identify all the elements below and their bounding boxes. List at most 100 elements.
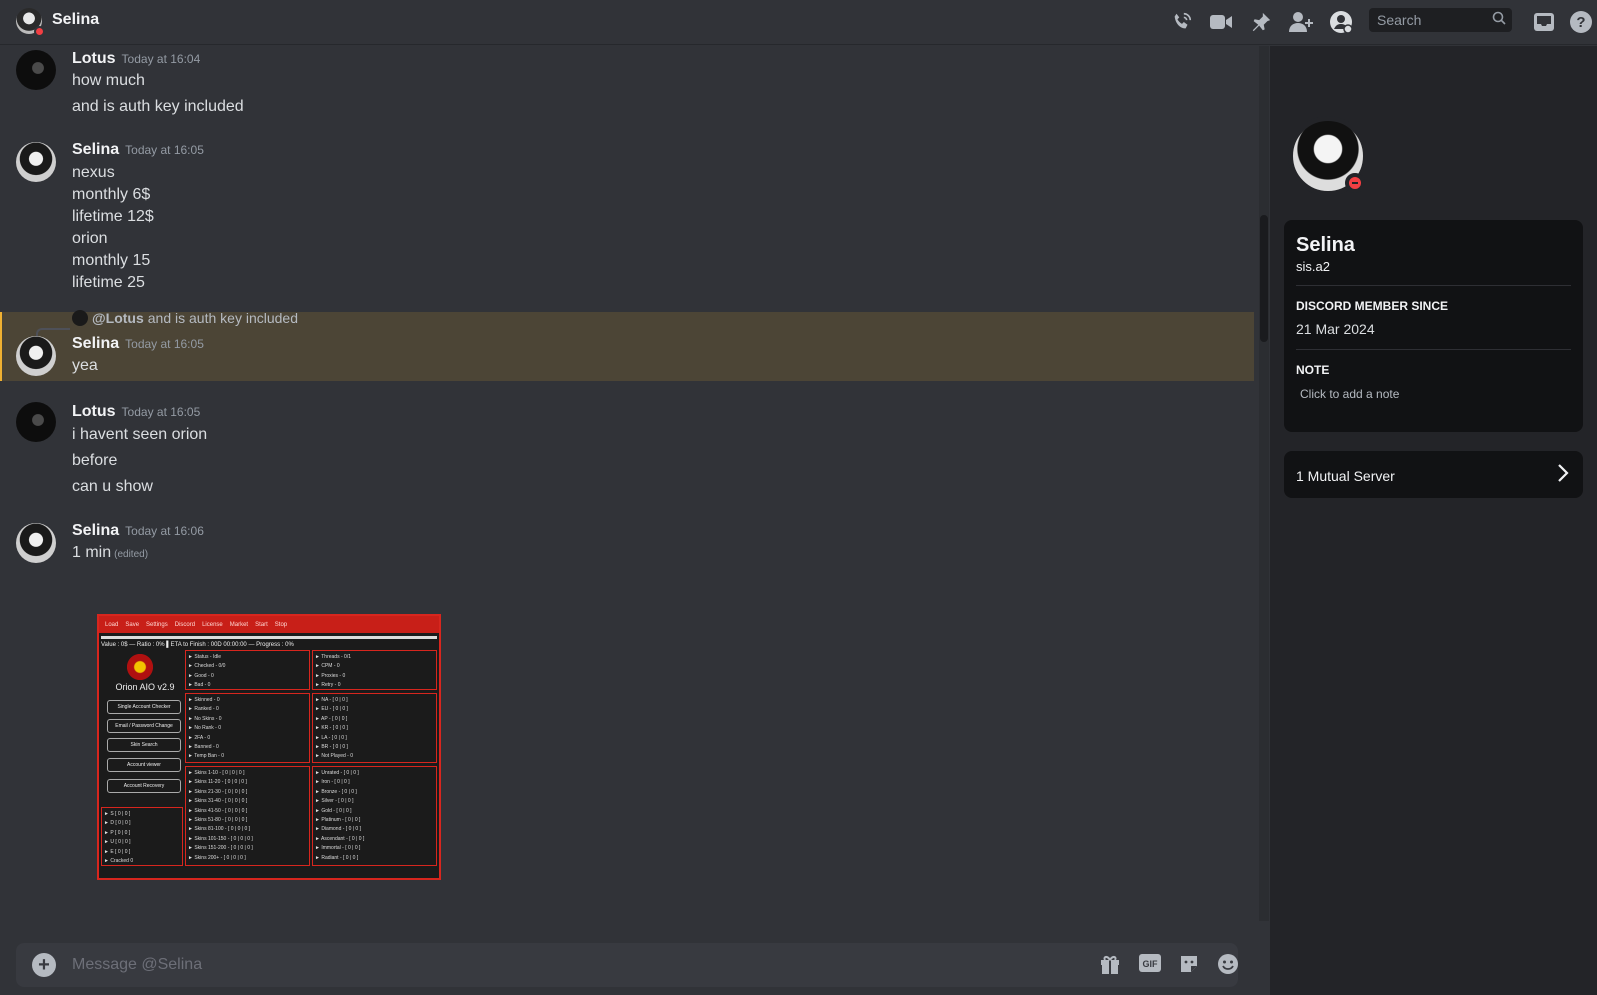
panel-row: ► U [ 0 | 0 ] — [104, 839, 131, 846]
toolbar-market: Market — [229, 621, 249, 628]
message-text: can u show — [72, 478, 153, 495]
svg-text:?: ? — [1576, 14, 1585, 31]
toolbar-load: Load — [105, 621, 119, 628]
profile-avatar[interactable] — [1288, 116, 1368, 196]
video-icon[interactable] — [1209, 10, 1233, 34]
panel-row: ► Skins 200+ - [ 0 | 0 | 0 ] — [188, 854, 246, 861]
panel-row: ► No Skins - 0 — [188, 715, 222, 722]
inbox-icon[interactable] — [1532, 10, 1556, 34]
message-input[interactable]: Message @Selina — [72, 956, 202, 974]
panel-row: ► Skins 81-100 - [ 0 | 0 | 0 ] — [188, 826, 251, 833]
reply-preview[interactable]: @Lotus and is auth key included — [72, 310, 298, 326]
app-brand: Orion AIO v2.9 — [115, 682, 175, 692]
message-text: monthly 6$ — [72, 186, 151, 203]
scrollbar-thumb[interactable] — [1260, 215, 1268, 342]
profile-display-name: Selina — [1296, 234, 1355, 256]
panel-row: ► Diamond - [ 0 | 0 ] — [315, 826, 361, 833]
message-author[interactable]: Lotus Today at 16:05 — [72, 403, 200, 421]
panel-row: ► AP - [ 0 | 0 ] — [315, 715, 348, 722]
search-icon — [1492, 11, 1506, 28]
author-name[interactable]: Selina — [72, 335, 119, 352]
app-panel-sdpue: ► S [ 0 | 0 ] ► D [ 0 | 0 ] ► P [ 0 | 0 … — [101, 807, 183, 866]
message-text: i havent seen orion — [72, 426, 208, 443]
profile-card: Selina sis.a2 DISCORD MEMBER SINCE 21 Ma… — [1284, 220, 1583, 432]
dnd-status-icon — [1345, 173, 1365, 193]
app-panel-skins: ► Skins 1-10 - [ 0 | 0 | 0 ] ► Skins 11-… — [185, 766, 310, 866]
add-friend-icon[interactable] — [1289, 10, 1313, 34]
panel-row: ► Ascendant - [ 0 | 0 ] — [315, 835, 365, 842]
profile-icon[interactable] — [1329, 10, 1353, 34]
message-text: how much — [72, 72, 145, 89]
reply-text[interactable]: and is auth key included — [148, 310, 298, 326]
mutual-servers-label: 1 Mutual Server — [1296, 468, 1395, 484]
message-text-content: 1 min — [72, 544, 112, 561]
pin-icon[interactable] — [1249, 10, 1273, 34]
image-attachment[interactable]: Load Save Settings Discord License Marke… — [97, 614, 441, 880]
app-button: Single Account Checker — [107, 700, 181, 714]
avatar[interactable] — [16, 50, 56, 90]
reply-mention[interactable]: @Lotus — [92, 310, 144, 326]
panel-row: ► Gold - [ 0 | 0 ] — [315, 807, 352, 814]
message-author[interactable]: Selina Today at 16:06 — [72, 522, 204, 540]
channel-title[interactable]: Selina — [52, 11, 99, 29]
panel-row: ► D [ 0 | 0 ] — [104, 820, 131, 827]
search-placeholder: Search — [1377, 12, 1422, 28]
note-input[interactable]: Click to add a note — [1300, 387, 1399, 401]
panel-row: ► LA - [ 0 | 0 ] — [315, 734, 347, 741]
chevron-right-icon — [1557, 463, 1569, 489]
panel-row: ► Ranked - 0 — [188, 706, 219, 713]
panel-row: ► Unrated - [ 0 | 0 ] — [315, 770, 359, 776]
message-text: monthly 15 — [72, 252, 151, 269]
channel-header: Selina Search ? — [0, 0, 1597, 45]
author-name[interactable]: Selina — [72, 141, 119, 158]
app-button: Skin Search — [107, 738, 181, 752]
panel-row: ► Not Played - 0 — [315, 753, 354, 760]
avatar[interactable] — [16, 336, 56, 376]
author-name[interactable]: Lotus — [72, 403, 116, 420]
author-name[interactable]: Lotus — [72, 50, 116, 67]
timestamp: Today at 16:05 — [125, 143, 204, 157]
app-panel-regions: ► NA - [ 0 | 0 ] ► EU - [ 0 | 0 ] ► AP -… — [312, 693, 437, 763]
gif-icon[interactable]: GIF — [1138, 953, 1162, 977]
message-author[interactable]: Lotus Today at 16:04 — [72, 50, 200, 68]
toolbar-start: Start — [255, 621, 268, 628]
message-composer[interactable]: + Message @Selina GIF — [16, 943, 1238, 987]
panel-row: ► Iron - [ 0 | 0 ] — [315, 779, 350, 786]
message-text: and is auth key included — [72, 98, 244, 115]
app-button: Email / Password Change — [107, 719, 181, 733]
panel-row: ► Skins 51-80 - [ 0 | 0 | 0 ] — [188, 817, 248, 824]
message-author[interactable]: Selina Today at 16:05 — [72, 141, 204, 159]
call-icon[interactable] — [1170, 10, 1194, 34]
dm-avatar[interactable] — [16, 8, 45, 37]
panel-row: ► BR - [ 0 | 0 ] — [315, 744, 348, 751]
emoji-icon[interactable] — [1216, 953, 1240, 977]
panel-row: ► KR - [ 0 | 0 ] — [315, 725, 348, 732]
scroll-track[interactable] — [1259, 46, 1269, 921]
panel-row: ► EU - [ 0 | 0 ] — [315, 706, 348, 713]
avatar[interactable] — [16, 142, 56, 182]
sticker-icon[interactable] — [1177, 953, 1201, 977]
dnd-status-icon — [34, 26, 45, 37]
member-since-value: 21 Mar 2024 — [1296, 321, 1375, 337]
attach-plus-icon[interactable]: + — [32, 953, 56, 977]
panel-row: ► Status - Idle — [188, 654, 222, 660]
avatar[interactable] — [16, 523, 56, 563]
app-button: Account Recovery — [107, 779, 181, 793]
author-name[interactable]: Selina — [72, 522, 119, 539]
panel-row: ► Proxies - 0 — [315, 672, 346, 679]
panel-row: ► Skins 151-200 - [ 0 | 0 | 0 ] — [188, 845, 253, 852]
message-author[interactable]: Selina Today at 16:05 — [72, 335, 204, 353]
mutual-servers-button[interactable]: 1 Mutual Server — [1284, 451, 1583, 498]
toolbar-save: Save — [125, 621, 140, 628]
reply-avatar — [72, 310, 88, 326]
help-icon[interactable]: ? — [1569, 10, 1593, 34]
timestamp: Today at 16:05 — [121, 405, 201, 419]
search-input[interactable]: Search — [1369, 8, 1512, 32]
toolbar-license: License — [202, 621, 223, 628]
panel-row: ► 2FA - 0 — [188, 734, 211, 741]
gift-icon[interactable] — [1098, 953, 1122, 977]
profile-username[interactable]: sis.a2 — [1296, 259, 1330, 274]
avatar[interactable] — [16, 402, 56, 442]
timestamp: Today at 16:04 — [121, 52, 201, 66]
timestamp: Today at 16:06 — [125, 524, 204, 538]
